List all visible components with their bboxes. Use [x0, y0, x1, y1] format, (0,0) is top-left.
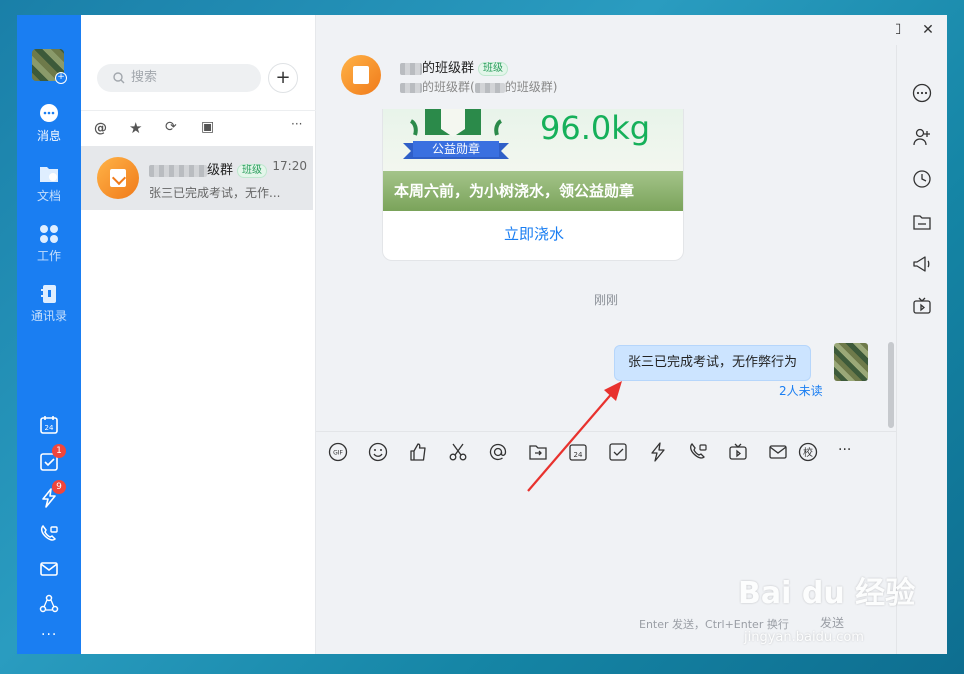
watermark-url: jingyan.baidu.com: [744, 630, 864, 645]
redacted-name: [149, 164, 207, 177]
svg-text:24: 24: [45, 424, 54, 432]
book-icon: [353, 66, 369, 84]
more-circle-icon[interactable]: [912, 83, 932, 103]
activity-card[interactable]: 公益勋章 96.0kg 本周六前，为小树浇水，领公益勋章 立即浇水: [382, 109, 684, 261]
add-button[interactable]: +: [268, 63, 298, 93]
chat-list-panel: 搜索 + @ ★ ⟳ ▣ ··· 级群 班级 17:20 张三已完成考试，无作..…: [81, 15, 316, 654]
nav-messages-label: 消息: [36, 129, 61, 143]
flash-icon[interactable]: [648, 442, 668, 462]
call-icon[interactable]: [688, 442, 708, 462]
mention-icon[interactable]: [488, 442, 508, 462]
filter-more-icon[interactable]: ···: [291, 117, 307, 133]
right-rail: [896, 45, 947, 654]
calendar-24-icon[interactable]: 24: [39, 415, 59, 435]
watermark-logo: Bai du 经验: [738, 576, 916, 611]
left-nav: + 消息 文档 工作 通讯录 24 1 9 ···: [17, 15, 81, 654]
gif-icon[interactable]: GIF: [328, 442, 348, 462]
sent-message-bubble[interactable]: 张三已完成考试，无作弊行为: [614, 345, 812, 381]
nav-messages[interactable]: 消息: [17, 103, 81, 144]
search-icon: [113, 72, 125, 84]
card-hero: 公益勋章 96.0kg: [383, 109, 683, 179]
apps-icon: [40, 225, 58, 243]
chat-list-item[interactable]: 级群 班级 17:20 张三已完成考试，无作...: [81, 146, 313, 210]
book-icon: [110, 169, 126, 187]
redacted-name: [474, 82, 505, 93]
add-status-icon[interactable]: +: [55, 72, 67, 84]
nav-more[interactable]: ···: [41, 627, 57, 643]
class-tag: 班级: [237, 163, 268, 178]
add-member-icon[interactable]: [912, 127, 932, 147]
card-weight-value: 96.0kg: [540, 109, 651, 147]
announcement-icon[interactable]: [912, 254, 932, 274]
nav-work-label: 工作: [36, 249, 61, 263]
nav-docs-label: 文档: [36, 189, 61, 203]
star-filter-icon[interactable]: ★: [129, 119, 145, 137]
recent-filter-icon[interactable]: ⟳: [165, 119, 181, 135]
message-timestamp: 刚刚: [593, 293, 618, 307]
nav-work[interactable]: 工作: [17, 223, 81, 264]
checkbox-icon[interactable]: [608, 442, 628, 462]
chat-title-text: 的班级群: [422, 61, 475, 76]
svg-text:24: 24: [574, 451, 583, 459]
tv-icon[interactable]: [728, 442, 748, 462]
message-icon: [40, 104, 58, 122]
card-banner: 本周六前，为小树浇水，领公益勋章: [383, 171, 683, 211]
gif-icon-text: GIF: [333, 450, 343, 457]
nav-contacts-label: 通讯录: [30, 309, 67, 323]
search-input[interactable]: 搜索: [97, 64, 261, 92]
calendar-24-icon[interactable]: 24: [568, 442, 588, 462]
history-icon[interactable]: [912, 169, 932, 189]
todo-badge: 1: [52, 444, 66, 458]
send-button[interactable]: 发送: [820, 614, 844, 631]
thumbs-up-icon[interactable]: [408, 442, 428, 462]
my-avatar[interactable]: [834, 343, 868, 381]
org-icon[interactable]: [39, 594, 59, 614]
mail-icon[interactable]: [39, 559, 59, 579]
folder-send-icon[interactable]: [528, 442, 548, 462]
docs-icon: [40, 167, 58, 182]
mail-icon[interactable]: [768, 442, 788, 462]
chat-scrollbar[interactable]: [888, 342, 894, 428]
water-now-link[interactable]: 立即浇水: [383, 211, 683, 257]
school-icon[interactable]: 校: [798, 442, 818, 462]
redacted-name: [400, 62, 422, 75]
chat-header: 的班级群 班级 的班级群( 的班级群): [316, 45, 896, 109]
user-avatar[interactable]: +: [32, 49, 67, 84]
nav-contacts[interactable]: 通讯录: [17, 283, 81, 324]
flash-badge: 9: [52, 480, 66, 494]
chat-title: 的班级群 班级: [400, 57, 509, 76]
chat-item-preview: 张三已完成考试，无作...: [149, 186, 281, 200]
chat-item-name-suffix: 级群: [207, 163, 234, 178]
mention-filter-icon[interactable]: @: [94, 121, 110, 137]
nav-docs[interactable]: 文档: [17, 163, 81, 204]
chat-subtitle: 的班级群( 的班级群): [400, 78, 557, 95]
archive-filter-icon[interactable]: ▣: [201, 119, 217, 135]
app-window: + 消息 文档 工作 通讯录 24 1 9 ··· 搜索 + @ ★ ⟳ ▣ ·…: [17, 15, 947, 654]
video-call-icon[interactable]: [39, 524, 59, 544]
contacts-icon: [41, 285, 56, 303]
chat-subtitle-mid: 的班级群(: [422, 80, 475, 94]
chat-item-name: 级群 班级: [149, 159, 268, 178]
folder-icon[interactable]: [912, 212, 932, 232]
redacted-name: [400, 82, 422, 93]
chat-subtitle-end: 的班级群): [504, 80, 558, 94]
filter-bar: @ ★ ⟳ ▣ ···: [81, 110, 316, 144]
school-icon-text: 校: [803, 446, 813, 459]
close-button[interactable]: ✕: [919, 21, 937, 39]
chat-panel: 的班级群 班级 的班级群( 的班级群) 公益勋章 96.0kg 本周六前，为小树浇水…: [316, 15, 896, 654]
live-tv-icon[interactable]: [912, 296, 932, 316]
search-placeholder: 搜索: [131, 70, 158, 85]
scissors-icon[interactable]: [448, 442, 468, 462]
group-avatar[interactable]: [341, 55, 381, 95]
medal-label: 公益勋章: [432, 141, 480, 156]
more-icon[interactable]: ···: [838, 442, 858, 462]
emoji-icon[interactable]: [368, 442, 388, 462]
chat-item-time: 17:20: [272, 159, 307, 173]
group-avatar: [97, 157, 139, 199]
read-status[interactable]: 2人未读: [779, 382, 823, 399]
class-tag: 班级: [478, 61, 509, 76]
medal-badge-icon: 公益勋章: [403, 109, 509, 159]
message-composer[interactable]: GIF 24 校 ··· Enter 发送，Ctrl+Enter 换行 发送: [316, 431, 896, 654]
